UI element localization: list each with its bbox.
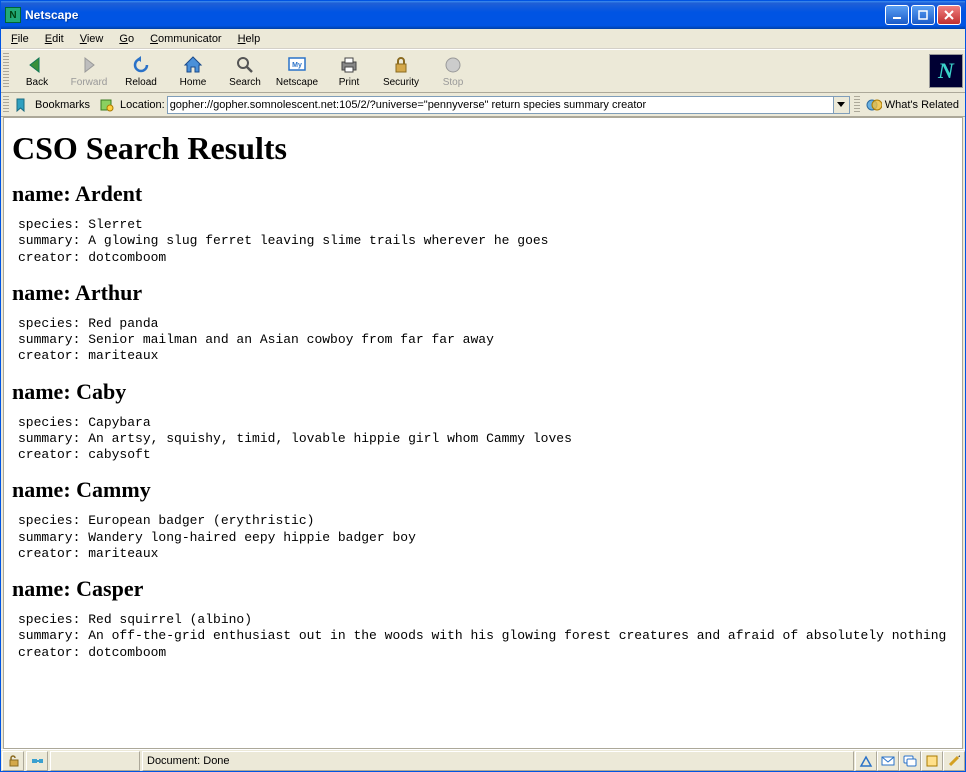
page-title: CSO Search Results	[12, 130, 954, 167]
content-frame: CSO Search Results name: Ardent species: …	[3, 117, 963, 749]
close-icon	[944, 10, 954, 20]
menu-edit[interactable]: Edit	[37, 31, 72, 47]
result-details: species: Red squirrel (albino) summary: …	[18, 612, 954, 661]
toolbar: Back Forward Reload Home Search My Netsc…	[1, 49, 965, 93]
location-label: Location:	[118, 99, 167, 111]
whats-related-button[interactable]: What's Related	[862, 97, 963, 113]
svg-text:My: My	[292, 62, 302, 69]
security-icon	[390, 54, 412, 76]
forward-button[interactable]: Forward	[63, 51, 115, 91]
result-name-heading: name: Cammy	[12, 477, 954, 503]
stop-label: Stop	[443, 77, 464, 88]
locbar-grip-2[interactable]	[854, 96, 860, 114]
online-icon	[31, 754, 43, 768]
print-icon	[338, 54, 360, 76]
maximize-icon	[918, 10, 928, 20]
menu-communicator[interactable]: Communicator	[142, 31, 230, 47]
status-security-cell[interactable]	[2, 751, 24, 771]
back-icon	[26, 54, 48, 76]
result-details: species: European badger (erythristic) s…	[18, 513, 954, 562]
menu-help[interactable]: Help	[230, 31, 269, 47]
location-bar: Bookmarks Location: What's Related	[1, 93, 965, 117]
result-name-heading: name: Caby	[12, 379, 954, 405]
search-icon	[234, 54, 256, 76]
back-label: Back	[26, 77, 48, 88]
whats-related-icon	[866, 97, 882, 113]
result-details: species: Capybara summary: An artsy, squ…	[18, 415, 954, 464]
status-document: Document: Done	[142, 751, 854, 771]
result-details: species: Slerret summary: A glowing slug…	[18, 217, 954, 266]
netscape-icon: My	[286, 54, 308, 76]
mail-tray-icon[interactable]	[877, 751, 899, 771]
reload-label: Reload	[125, 77, 157, 88]
locbar-grip[interactable]	[3, 96, 9, 114]
search-label: Search	[229, 77, 261, 88]
security-label: Security	[383, 77, 419, 88]
stop-icon	[442, 54, 464, 76]
navigator-tray-icon[interactable]	[855, 751, 877, 771]
bookmarks-icon[interactable]	[14, 97, 30, 113]
result-name-heading: name: Ardent	[12, 181, 954, 207]
netscape-button[interactable]: My Netscape	[271, 51, 323, 91]
stop-button[interactable]: Stop	[427, 51, 479, 91]
location-input[interactable]	[167, 96, 834, 114]
menu-file[interactable]: File	[3, 31, 37, 47]
close-button[interactable]	[937, 5, 961, 25]
print-button[interactable]: Print	[323, 51, 375, 91]
window-titlebar: N Netscape	[1, 1, 965, 29]
status-online-cell[interactable]	[26, 751, 48, 771]
app-icon: N	[5, 7, 21, 23]
location-icon	[99, 97, 115, 113]
lock-open-icon	[7, 754, 19, 768]
netscape-logo: N	[929, 54, 963, 88]
statusbar: Document: Done	[1, 749, 965, 771]
location-dropdown[interactable]	[834, 96, 850, 114]
netscape-label: Netscape	[276, 77, 318, 88]
search-button[interactable]: Search	[219, 51, 271, 91]
home-label: Home	[180, 77, 207, 88]
forward-label: Forward	[71, 77, 108, 88]
page-content[interactable]: CSO Search Results name: Ardent species: …	[4, 118, 962, 748]
minimize-icon	[892, 10, 902, 20]
home-icon	[182, 54, 204, 76]
forward-icon	[78, 54, 100, 76]
whats-related-label: What's Related	[885, 99, 959, 111]
menu-view[interactable]: View	[72, 31, 112, 47]
home-button[interactable]: Home	[167, 51, 219, 91]
component-bar	[855, 751, 965, 771]
result-name-heading: name: Casper	[12, 576, 954, 602]
reload-icon	[130, 54, 152, 76]
toolbar-grip[interactable]	[3, 53, 9, 89]
menubar: File Edit View Go Communicator Help	[1, 29, 965, 49]
discussion-tray-icon[interactable]	[899, 751, 921, 771]
menu-go[interactable]: Go	[111, 31, 142, 47]
result-details: species: Red panda summary: Senior mailm…	[18, 316, 954, 365]
bookmarks-label[interactable]: Bookmarks	[33, 99, 92, 111]
chevron-down-icon	[837, 102, 845, 108]
result-name-heading: name: Arthur	[12, 280, 954, 306]
window-title: Netscape	[25, 8, 885, 22]
maximize-button[interactable]	[911, 5, 935, 25]
composer-tray-icon[interactable]	[943, 751, 965, 771]
security-button[interactable]: Security	[375, 51, 427, 91]
reload-button[interactable]: Reload	[115, 51, 167, 91]
status-progress-cell	[50, 751, 140, 771]
back-button[interactable]: Back	[11, 51, 63, 91]
print-label: Print	[339, 77, 360, 88]
minimize-button[interactable]	[885, 5, 909, 25]
addressbook-tray-icon[interactable]	[921, 751, 943, 771]
